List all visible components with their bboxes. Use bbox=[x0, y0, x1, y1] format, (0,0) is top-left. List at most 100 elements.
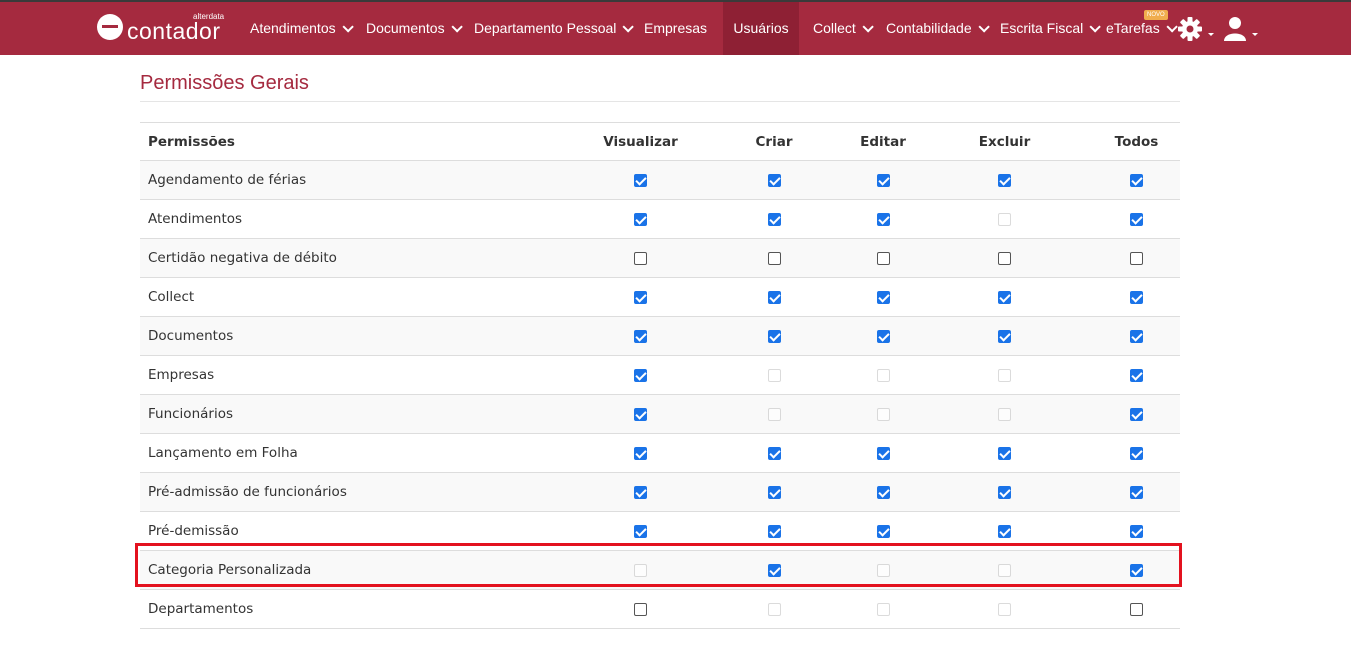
permission-label: Documentos bbox=[140, 316, 583, 356]
permission-label: Collect bbox=[140, 277, 583, 317]
editar-checkbox[interactable] bbox=[876, 329, 890, 343]
permission-cell bbox=[583, 355, 698, 395]
permission-cell bbox=[1093, 589, 1180, 629]
todos-checkbox[interactable] bbox=[1130, 485, 1143, 499]
table-row: Lançamento em Folha bbox=[140, 433, 1180, 473]
criar-checkbox[interactable] bbox=[767, 173, 781, 187]
permission-cell bbox=[850, 511, 916, 551]
editar-checkbox bbox=[876, 368, 890, 382]
criar-checkbox[interactable] bbox=[767, 329, 781, 343]
visualizar-checkbox[interactable] bbox=[634, 602, 647, 616]
criar-checkbox[interactable] bbox=[767, 290, 781, 304]
editar-checkbox[interactable] bbox=[876, 173, 890, 187]
permission-cell bbox=[1093, 316, 1180, 356]
excluir-checkbox[interactable] bbox=[998, 524, 1011, 538]
excluir-checkbox bbox=[998, 602, 1011, 616]
todos-checkbox[interactable] bbox=[1130, 251, 1143, 265]
criar-checkbox[interactable] bbox=[767, 212, 781, 226]
nav-collect[interactable]: Collect bbox=[813, 2, 874, 55]
editar-checkbox[interactable] bbox=[876, 524, 890, 538]
permission-cell bbox=[1093, 355, 1180, 395]
header-todos: Todos bbox=[1093, 122, 1180, 161]
criar-checkbox[interactable] bbox=[767, 563, 781, 577]
todos-checkbox[interactable] bbox=[1130, 563, 1143, 577]
header-criar: Criar bbox=[698, 122, 850, 161]
table-row: Funcionários bbox=[140, 394, 1180, 434]
criar-checkbox[interactable] bbox=[767, 251, 781, 265]
header-editar: Editar bbox=[850, 122, 916, 161]
nav-documentos[interactable]: Documentos bbox=[366, 2, 463, 55]
visualizar-checkbox[interactable] bbox=[634, 329, 647, 343]
permission-cell bbox=[583, 589, 698, 629]
permission-cell bbox=[850, 160, 916, 200]
permission-cell bbox=[916, 355, 1093, 395]
todos-checkbox[interactable] bbox=[1130, 368, 1143, 382]
visualizar-checkbox[interactable] bbox=[634, 407, 647, 421]
permission-cell bbox=[850, 277, 916, 317]
excluir-checkbox[interactable] bbox=[998, 446, 1011, 460]
criar-checkbox[interactable] bbox=[767, 446, 781, 460]
todos-checkbox[interactable] bbox=[1130, 212, 1143, 226]
nav-contabilidade[interactable]: Contabilidade bbox=[886, 2, 990, 55]
criar-checkbox[interactable] bbox=[767, 524, 781, 538]
permission-label: Pré-admissão de funcionários bbox=[140, 472, 583, 512]
permission-cell bbox=[698, 433, 850, 473]
user-icon[interactable] bbox=[1224, 16, 1250, 42]
todos-checkbox[interactable] bbox=[1130, 407, 1143, 421]
excluir-checkbox[interactable] bbox=[998, 173, 1011, 187]
nav-usuarios[interactable]: Usuários bbox=[723, 2, 799, 55]
excluir-checkbox bbox=[998, 212, 1011, 226]
permission-cell bbox=[1093, 160, 1180, 200]
permission-label: Empresas bbox=[140, 355, 583, 395]
permission-cell bbox=[698, 199, 850, 239]
editar-checkbox[interactable] bbox=[876, 485, 890, 499]
todos-checkbox[interactable] bbox=[1130, 524, 1143, 538]
editar-checkbox[interactable] bbox=[876, 212, 890, 226]
gear-icon[interactable] bbox=[1177, 16, 1203, 42]
visualizar-checkbox[interactable] bbox=[634, 290, 647, 304]
nav-atendimentos[interactable]: Atendimentos bbox=[250, 2, 354, 55]
criar-checkbox bbox=[767, 407, 781, 421]
criar-checkbox[interactable] bbox=[767, 485, 781, 499]
editar-checkbox bbox=[876, 563, 890, 577]
nav-label: Documentos bbox=[366, 20, 445, 36]
table-row: Certidão negativa de débito bbox=[140, 238, 1180, 278]
nav-departamento-pessoal[interactable]: Departamento Pessoal bbox=[474, 2, 635, 55]
permission-cell bbox=[850, 238, 916, 278]
alterdata-contador-logo[interactable]: alterdata contador bbox=[97, 12, 237, 46]
todos-checkbox[interactable] bbox=[1130, 290, 1143, 304]
header-excluir: Excluir bbox=[916, 122, 1093, 161]
visualizar-checkbox[interactable] bbox=[634, 173, 647, 187]
todos-checkbox[interactable] bbox=[1130, 329, 1143, 343]
todos-checkbox[interactable] bbox=[1130, 173, 1143, 187]
editar-checkbox[interactable] bbox=[876, 290, 890, 304]
editar-checkbox[interactable] bbox=[876, 446, 890, 460]
editar-checkbox[interactable] bbox=[876, 251, 890, 265]
permission-cell bbox=[916, 550, 1093, 590]
nav-escrita-fiscal[interactable]: Escrita Fiscal bbox=[1000, 2, 1102, 55]
visualizar-checkbox[interactable] bbox=[634, 251, 647, 265]
settings-caret-icon bbox=[1208, 33, 1214, 36]
permission-label: Pré-demissão bbox=[140, 511, 583, 551]
table-row: Pré-admissão de funcionários bbox=[140, 472, 1180, 512]
visualizar-checkbox[interactable] bbox=[634, 524, 647, 538]
excluir-checkbox[interactable] bbox=[998, 251, 1011, 265]
visualizar-checkbox[interactable] bbox=[634, 368, 647, 382]
excluir-checkbox[interactable] bbox=[998, 329, 1011, 343]
permission-cell bbox=[698, 511, 850, 551]
nav-label: Departamento Pessoal bbox=[474, 20, 617, 36]
permission-cell bbox=[583, 433, 698, 473]
table-row: Atendimentos bbox=[140, 199, 1180, 239]
permission-cell bbox=[1093, 550, 1180, 590]
permission-cell bbox=[1093, 238, 1180, 278]
permission-cell bbox=[916, 433, 1093, 473]
excluir-checkbox[interactable] bbox=[998, 290, 1011, 304]
nav-empresas[interactable]: Empresas bbox=[644, 2, 707, 55]
visualizar-checkbox[interactable] bbox=[634, 485, 647, 499]
permission-cell bbox=[1093, 511, 1180, 551]
visualizar-checkbox[interactable] bbox=[634, 446, 647, 460]
visualizar-checkbox[interactable] bbox=[634, 212, 647, 226]
excluir-checkbox[interactable] bbox=[998, 485, 1011, 499]
todos-checkbox[interactable] bbox=[1130, 602, 1143, 616]
todos-checkbox[interactable] bbox=[1130, 446, 1143, 460]
